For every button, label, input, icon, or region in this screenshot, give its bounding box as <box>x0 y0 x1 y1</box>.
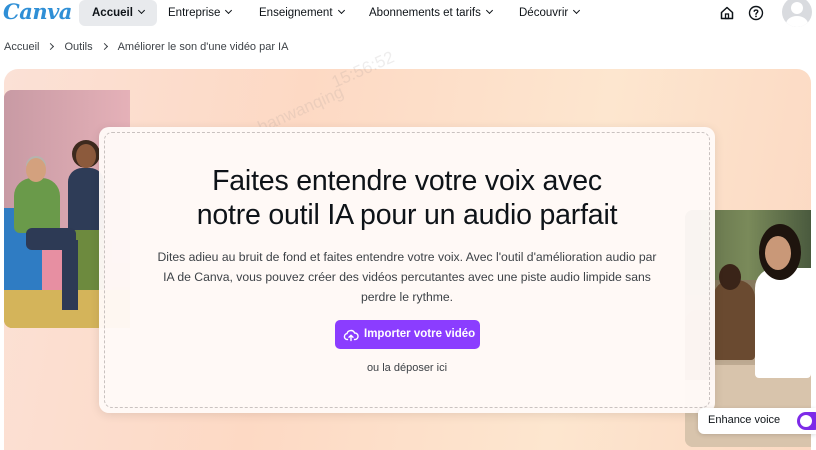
headline-line: Faites entendre votre voix avec <box>212 165 602 197</box>
chevron-down-icon <box>137 6 145 15</box>
chevron-right-icon <box>47 42 55 51</box>
cloud-upload-icon <box>343 329 359 342</box>
top-nav: Canva Accueil Entreprise Enseignement Ab… <box>0 0 816 27</box>
enhance-voice-label: Enhance voice <box>708 414 781 426</box>
upload-card: Faites entendre votre voix avec notre ou… <box>99 127 715 413</box>
chevron-right-icon <box>100 42 108 51</box>
description-line: IA de Canva, vous pouvez créer des vidéo… <box>163 270 651 284</box>
enhance-voice-control: Enhance voice <box>698 408 816 434</box>
nav-item-label: Entreprise <box>168 7 221 19</box>
breadcrumb-accueil[interactable]: Accueil <box>4 41 39 53</box>
nav-item-decouvrir[interactable]: Découvrir <box>506 0 592 26</box>
nav-item-label: Enseignement <box>259 7 333 19</box>
upload-button-label: Importer votre vidéo <box>364 328 476 340</box>
drop-hint: ou la déposer ici <box>366 362 448 374</box>
upload-video-button[interactable]: Importer votre vidéo <box>335 320 480 349</box>
description-line: Dites adieu au bruit de fond et faites e… <box>157 250 657 264</box>
chevron-down-icon <box>225 6 233 15</box>
nav-item-accueil[interactable]: Accueil <box>79 0 157 26</box>
enhance-voice-toggle[interactable] <box>797 412 816 430</box>
breadcrumb: Accueil Outils Améliorer le son d'une vidé… <box>4 41 288 53</box>
avatar[interactable] <box>782 0 812 27</box>
nav-item-label: Accueil <box>92 7 133 19</box>
home-icon[interactable] <box>719 5 735 21</box>
nav-item-label: Abonnements et tarifs <box>369 7 481 19</box>
nav-item-label: Découvrir <box>519 7 569 19</box>
nav-item-entreprise[interactable]: Entreprise <box>155 0 244 26</box>
breadcrumb-outils[interactable]: Outils <box>64 41 92 53</box>
breadcrumb-current: Améliorer le son d'une vidéo par IA <box>117 41 289 53</box>
chevron-down-icon <box>573 6 581 15</box>
hero-description: Dites adieu au bruit de fond et faites e… <box>139 247 675 307</box>
chevron-down-icon <box>337 6 345 15</box>
headline-line: notre outil IA pour un audio parfait <box>196 199 618 231</box>
nav-item-abonnements[interactable]: Abonnements et tarifs <box>356 0 505 26</box>
page-title: Faites entendre votre voix avec notre ou… <box>99 164 715 232</box>
nav-item-enseignement[interactable]: Enseignement <box>246 0 357 26</box>
chevron-down-icon <box>485 6 493 15</box>
description-line: perdre le rythme. <box>360 290 454 304</box>
help-icon[interactable] <box>748 5 764 21</box>
canva-logo[interactable]: Canva <box>3 0 72 24</box>
